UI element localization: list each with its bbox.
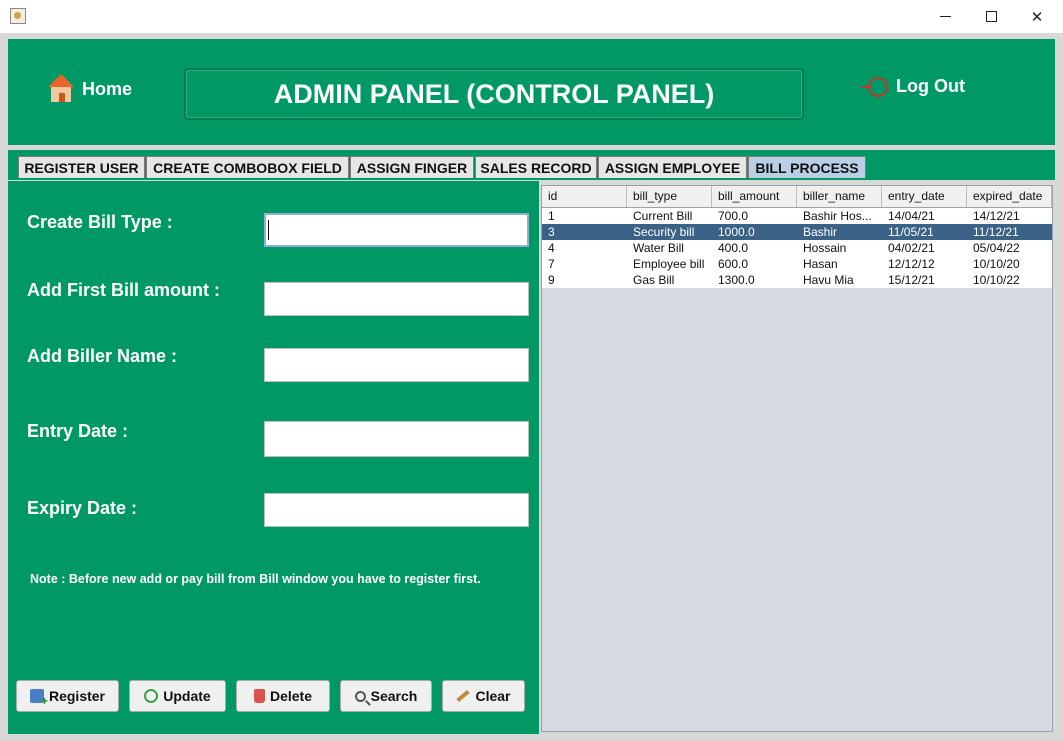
- cell-biller-name: Bashir: [803, 225, 838, 239]
- register-note: Note : Before new add or pay bill from B…: [30, 572, 481, 586]
- cell-biller-name: Hasan: [803, 257, 838, 271]
- cell-bill-type: Security bill: [633, 225, 695, 239]
- cell-bill-amount: 400.0: [718, 241, 749, 255]
- search-icon: [354, 690, 366, 702]
- page-title: ADMIN PANEL (CONTROL PANEL): [184, 68, 804, 120]
- cell-expired-date: 10/10/20: [973, 257, 1020, 271]
- column-header-biller-name[interactable]: biller_name: [797, 186, 882, 207]
- tab-bill-process[interactable]: BILL PROCESS: [748, 156, 866, 178]
- register-icon: [29, 689, 48, 708]
- expiry-date-input[interactable]: [264, 493, 529, 527]
- cell-biller-name: Hossain: [803, 241, 847, 255]
- cell-entry-date: 11/05/21: [888, 225, 934, 239]
- table-row[interactable]: 4 Water Bill 400.0 Hossain 04/02/21 05/04/22: [542, 240, 1052, 256]
- table-row[interactable]: 3 Security bill 1000.0 Bashir 11/05/21 11/12/…: [542, 224, 1052, 240]
- cell-bill-amount: 1300.0: [718, 273, 755, 287]
- first-amount-label: Add First Bill amount :: [27, 280, 220, 300]
- biller-name-input[interactable]: [264, 348, 529, 382]
- cell-id: 9: [548, 273, 555, 287]
- tab-register-user[interactable]: REGISTER USER: [18, 156, 145, 178]
- register-button[interactable]: Register: [16, 680, 119, 712]
- cell-entry-date: 15/12/21: [888, 273, 935, 287]
- cell-bill-type: Current Bill: [633, 209, 693, 223]
- entry-date-input[interactable]: [264, 421, 529, 457]
- clear-label: Clear: [475, 688, 511, 704]
- biller-name-label: Add Biller Name :: [27, 346, 178, 366]
- window-title-bar: ✕: [0, 0, 1063, 33]
- bill-type-input[interactable]: [264, 213, 529, 247]
- broom-icon: [456, 689, 471, 703]
- search-button[interactable]: Search: [340, 680, 432, 712]
- column-header-bill-amount[interactable]: bill_amount: [712, 186, 797, 207]
- close-icon: ✕: [1030, 7, 1044, 26]
- logout-button[interactable]: Log Out: [862, 76, 965, 97]
- text-caret: [268, 220, 269, 240]
- clear-button[interactable]: Clear: [442, 680, 525, 712]
- minimize-button[interactable]: [922, 0, 968, 33]
- cell-bill-type: Employee bill: [633, 257, 705, 271]
- cell-entry-date: 04/02/21: [888, 241, 935, 255]
- cell-expired-date: 05/04/22: [973, 241, 1020, 255]
- cell-id: 1: [548, 209, 555, 223]
- cell-expired-date: 14/12/21: [973, 209, 1020, 223]
- tab-sales-record[interactable]: SALES RECORD: [475, 156, 597, 178]
- column-header-entry-date[interactable]: entry_date: [882, 186, 967, 207]
- cell-biller-name: Havu Mia: [803, 273, 854, 287]
- cell-bill-amount: 1000.0: [718, 225, 755, 239]
- bill-table[interactable]: id bill_type bill_amount biller_name ent…: [541, 185, 1053, 732]
- cell-entry-date: 12/12/12: [888, 257, 935, 271]
- expiry-date-label: Expiry Date :: [27, 498, 138, 518]
- tab-assign-employee[interactable]: ASSIGN EMPLOYEE: [598, 156, 747, 178]
- bill-type-label: Create Bill Type :: [27, 212, 173, 232]
- cell-bill-amount: 700.0: [718, 209, 749, 223]
- first-amount-input[interactable]: [264, 282, 529, 316]
- minimize-icon: [939, 16, 951, 17]
- tab-assign-finger[interactable]: ASSIGN FINGER: [350, 156, 474, 178]
- table-header: id bill_type bill_amount biller_name ent…: [542, 186, 1052, 208]
- cell-bill-type: Gas Bill: [633, 273, 675, 287]
- cell-expired-date: 11/12/21: [973, 225, 1019, 239]
- cell-entry-date: 14/04/21: [888, 209, 935, 223]
- column-header-expired-date[interactable]: expired_date: [967, 186, 1052, 207]
- cell-id: 4: [548, 241, 555, 255]
- table-row[interactable]: 9 Gas Bill 1300.0 Havu Mia 15/12/21 10/10/22: [542, 272, 1052, 288]
- column-header-id[interactable]: id: [542, 186, 627, 207]
- maximize-button[interactable]: [968, 0, 1014, 33]
- logout-label: Log Out: [896, 76, 965, 96]
- entry-date-label: Entry Date :: [27, 421, 129, 441]
- cell-id: 7: [548, 257, 555, 271]
- cell-bill-amount: 600.0: [718, 257, 749, 271]
- cell-biller-name: Bashir Hos...: [803, 209, 872, 223]
- trash-icon: [253, 689, 265, 703]
- bill-form-panel: [8, 181, 539, 734]
- home-button[interactable]: Home: [48, 74, 132, 104]
- column-header-bill-type[interactable]: bill_type: [627, 186, 712, 207]
- update-label: Update: [163, 688, 211, 704]
- cell-expired-date: 10/10/22: [973, 273, 1020, 287]
- close-button[interactable]: ✕: [1014, 0, 1060, 33]
- java-cup-icon: [10, 8, 26, 24]
- search-label: Search: [370, 688, 418, 704]
- table-row[interactable]: 7 Employee bill 600.0 Hasan 12/12/12 10/10/20: [542, 256, 1052, 272]
- update-button[interactable]: Update: [129, 680, 226, 712]
- tab-create-combobox-field[interactable]: CREATE COMBOBOX FIELD: [146, 156, 349, 178]
- logout-icon: [862, 76, 888, 97]
- home-icon: [48, 74, 74, 104]
- home-label: Home: [82, 78, 133, 99]
- register-label: Register: [48, 688, 106, 704]
- update-icon: [144, 689, 159, 703]
- delete-label: Delete: [269, 688, 313, 704]
- delete-button[interactable]: Delete: [236, 680, 330, 712]
- cell-bill-type: Water Bill: [633, 241, 684, 255]
- maximize-icon: [985, 11, 997, 22]
- cell-id: 3: [548, 225, 555, 239]
- table-row[interactable]: 1 Current Bill 700.0 Bashir Hos... 14/04/21 1…: [542, 208, 1052, 224]
